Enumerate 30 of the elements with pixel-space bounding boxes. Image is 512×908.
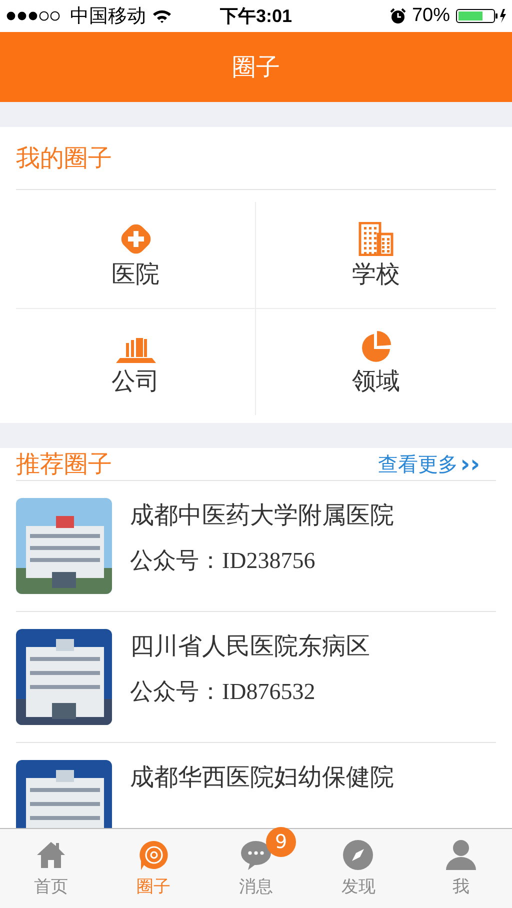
status-time: 下午3:01 — [220, 5, 292, 28]
compass-icon — [342, 839, 374, 871]
carrier-name: 中国移动 — [70, 4, 146, 29]
unread-badge: 9 — [266, 827, 296, 857]
account-id: 公众号：ID238756 — [130, 547, 316, 575]
circle-category[interactable]: 医院 — [16, 202, 256, 309]
circle-category[interactable]: 学校 — [256, 202, 496, 309]
circle-name: 成都中医药大学附属医院 — [130, 500, 394, 531]
buildings-icon — [358, 222, 394, 256]
circle-name: 四川省人民医院东病区 — [130, 631, 370, 662]
circle-name: 成都华西医院妇幼保健院 — [130, 762, 394, 793]
view-more-link[interactable]: 查看更多›› — [378, 450, 480, 478]
books-icon — [116, 337, 156, 363]
circle-category[interactable]: 领域 — [256, 309, 496, 415]
alarm-icon — [390, 8, 406, 24]
wifi-icon — [152, 9, 172, 23]
chat-bubble-icon — [240, 839, 272, 871]
pie-chart-icon — [359, 329, 393, 363]
section-title: 我的圈子 — [16, 143, 112, 174]
section-title: 推荐圈子 — [16, 449, 112, 480]
battery-icon — [456, 8, 506, 24]
page-title: 圈子 — [232, 52, 280, 83]
battery-percent: 70% — [412, 5, 450, 27]
circle-list-item[interactable]: 成都中医药大学附属医院 公众号：ID238756 — [16, 481, 496, 612]
circle-list-item[interactable]: 四川省人民医院东病区 公众号：ID876532 — [16, 612, 496, 743]
account-id: 公众号：ID876532 — [130, 678, 316, 706]
person-icon — [444, 839, 477, 871]
circle-target-icon — [138, 839, 170, 871]
home-icon — [35, 839, 68, 871]
circle-category[interactable]: 公司 — [16, 309, 256, 415]
